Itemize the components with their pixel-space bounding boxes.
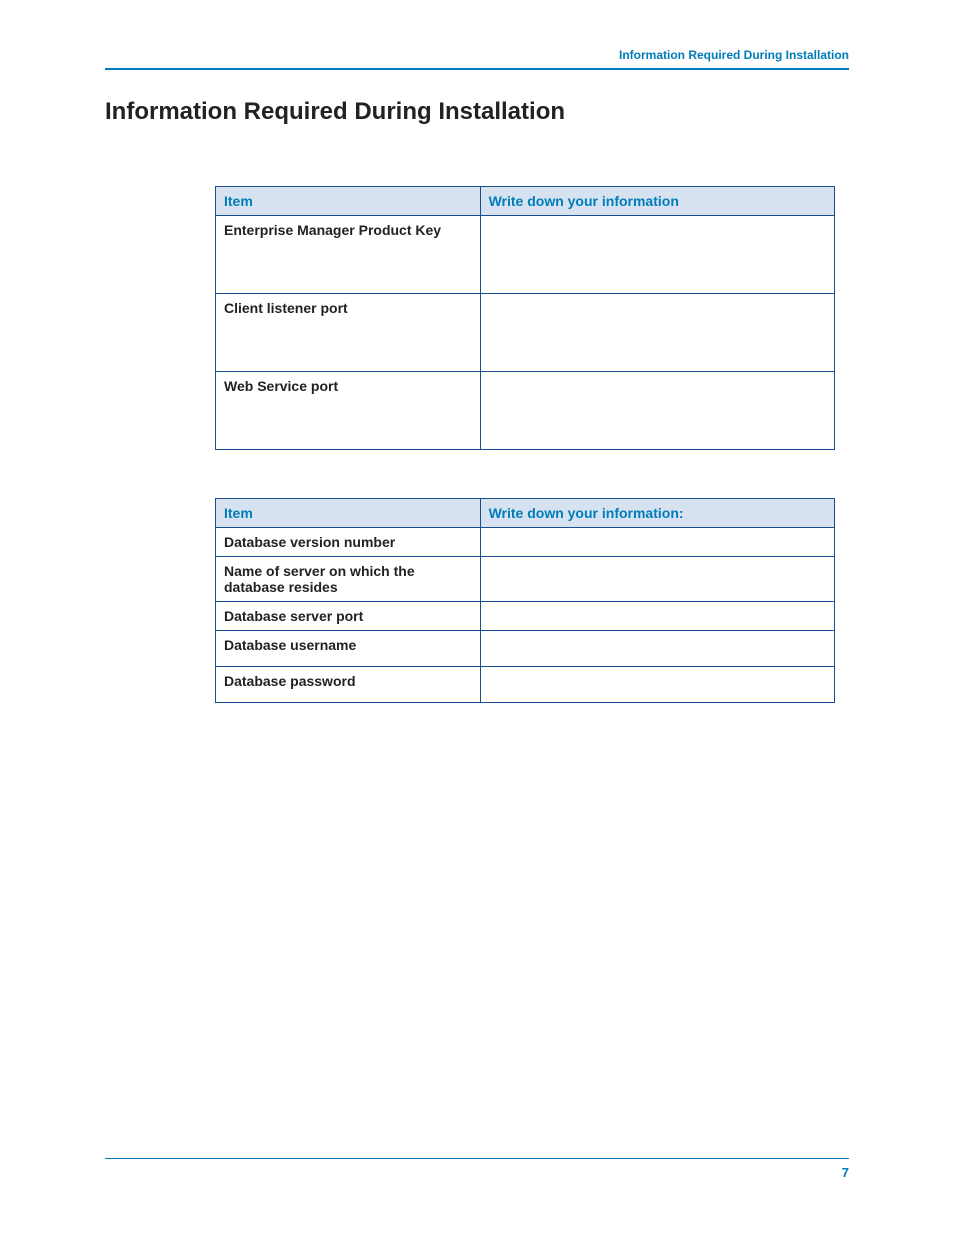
header-breadcrumb: Information Required During Installation [105, 48, 849, 68]
cell-value [480, 667, 834, 703]
table-row: Enterprise Manager Product Key [216, 216, 835, 294]
cell-item: Web Service port [216, 372, 481, 450]
table-row: Client listener port [216, 294, 835, 372]
page: Information Required During Installation… [0, 0, 954, 1235]
table-ports: Item Write down your information Enterpr… [215, 186, 835, 450]
cell-item: Database password [216, 667, 481, 703]
tables-container: Item Write down your information Enterpr… [105, 186, 849, 703]
cell-value [480, 557, 834, 602]
cell-value [480, 528, 834, 557]
table-row: Database username [216, 631, 835, 667]
page-title: Information Required During Installation [105, 98, 849, 126]
page-number: 7 [105, 1165, 849, 1180]
table-database: Item Write down your information: Databa… [215, 498, 835, 703]
footer-rule [105, 1158, 849, 1159]
cell-value [480, 631, 834, 667]
cell-item: Enterprise Manager Product Key [216, 216, 481, 294]
table-row: Database version number [216, 528, 835, 557]
cell-item: Name of server on which the database res… [216, 557, 481, 602]
footer: 7 [105, 1158, 849, 1180]
cell-value [480, 216, 834, 294]
table-header-info: Write down your information: [480, 499, 834, 528]
cell-item: Database username [216, 631, 481, 667]
cell-item: Database server port [216, 602, 481, 631]
cell-item: Database version number [216, 528, 481, 557]
table-row: Web Service port [216, 372, 835, 450]
table-header-item: Item [216, 499, 481, 528]
table-header-item: Item [216, 187, 481, 216]
cell-value [480, 294, 834, 372]
table-row: Database server port [216, 602, 835, 631]
cell-value [480, 372, 834, 450]
table-row: Database password [216, 667, 835, 703]
cell-item: Client listener port [216, 294, 481, 372]
table-header-info: Write down your information [480, 187, 834, 216]
table-row: Name of server on which the database res… [216, 557, 835, 602]
cell-value [480, 602, 834, 631]
header-rule [105, 68, 849, 70]
